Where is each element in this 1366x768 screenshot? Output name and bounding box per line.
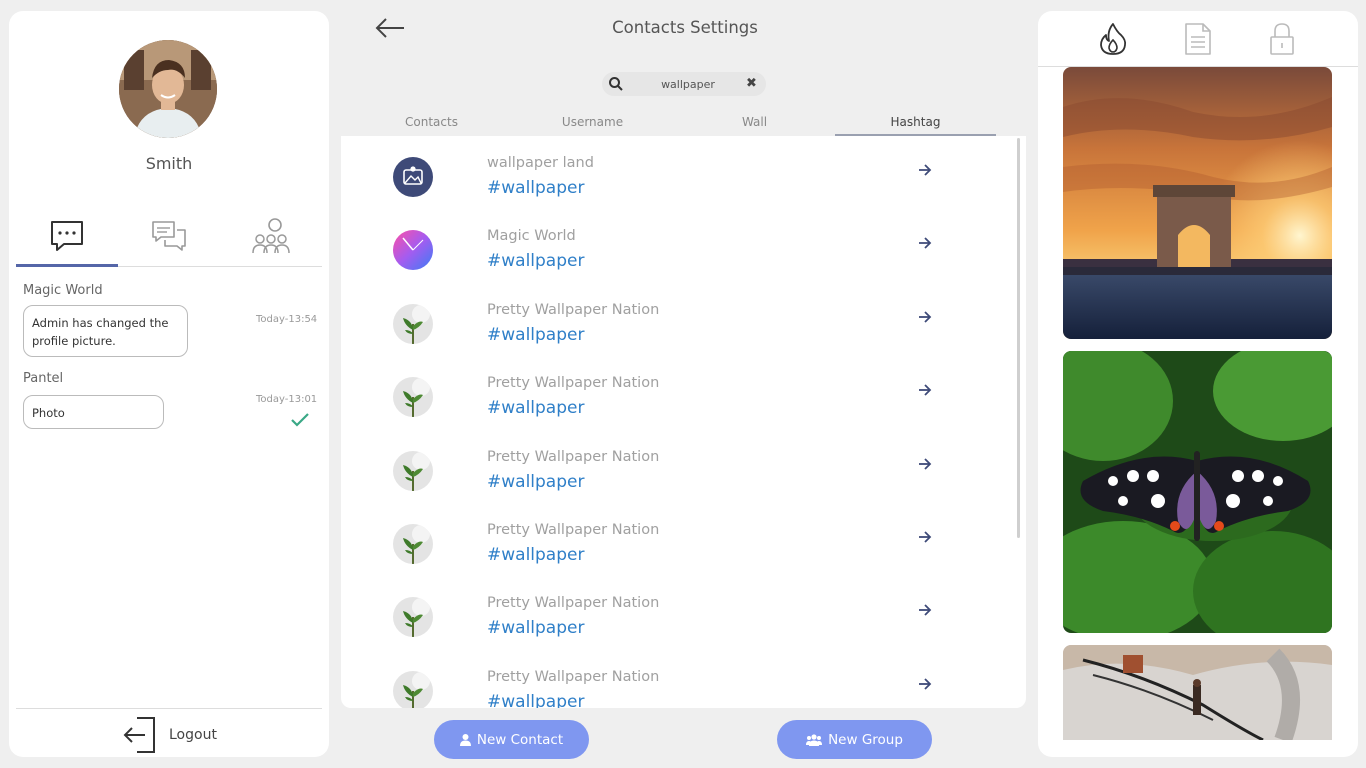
- tab-chat[interactable]: [16, 207, 118, 267]
- result-name: Pretty Wallpaper Nation: [487, 669, 660, 685]
- new-contact-label: New Contact: [476, 731, 564, 748]
- divider: [16, 708, 322, 709]
- category-tabs: Contacts Username Wall Hashtag: [351, 110, 997, 136]
- chat-bubble-icon: [51, 220, 83, 251]
- tab-username[interactable]: Username: [512, 110, 673, 136]
- new-contact-button[interactable]: New Contact: [434, 720, 589, 759]
- list-item[interactable]: Pretty Wallpaper Nation #wallpaper: [341, 449, 1001, 524]
- tab-wall[interactable]: Wall: [674, 110, 835, 136]
- list-item[interactable]: Pretty Wallpaper Nation #wallpaper: [341, 375, 1001, 450]
- wallpaper-image-arc[interactable]: [1063, 67, 1332, 339]
- right-panel: [1038, 11, 1358, 757]
- search-icon: [609, 77, 623, 91]
- page-title: Contacts Settings: [612, 18, 758, 37]
- list-item[interactable]: Pretty Wallpaper Nation #wallpaper: [341, 302, 1001, 377]
- list-item[interactable]: Pretty Wallpaper Nation #wallpaper: [341, 595, 1001, 670]
- users-icon: [806, 733, 823, 746]
- arrow-right-icon[interactable]: [917, 236, 933, 250]
- plant-avatar-icon: [393, 671, 433, 708]
- results-list: wallpaper land #wallpaper Magic World #w…: [341, 136, 1026, 708]
- arrow-right-icon[interactable]: [917, 677, 933, 691]
- arrow-right-icon[interactable]: [917, 163, 933, 177]
- logout-label: Logout: [169, 727, 217, 743]
- tab-private[interactable]: [1262, 19, 1302, 59]
- result-hashtag[interactable]: #wallpaper: [487, 692, 584, 708]
- result-name: Magic World: [487, 228, 576, 244]
- magic-world-icon: [393, 230, 433, 270]
- person-icon: [459, 733, 471, 746]
- plant-avatar-icon: [393, 597, 433, 637]
- document-icon: [1185, 23, 1211, 55]
- result-hashtag[interactable]: #wallpaper: [487, 178, 584, 198]
- message-bubble[interactable]: Photo: [23, 395, 164, 429]
- right-tabs: [1038, 11, 1358, 67]
- result-name: Pretty Wallpaper Nation: [487, 375, 660, 391]
- tab-documents[interactable]: [1178, 19, 1218, 59]
- profile-name: Smith: [145, 154, 193, 173]
- plant-avatar-icon: [393, 524, 433, 564]
- arrow-right-icon[interactable]: [917, 603, 933, 617]
- arrow-right-icon[interactable]: [917, 457, 933, 471]
- arrow-right-icon[interactable]: [917, 530, 933, 544]
- lock-icon: [1270, 23, 1294, 55]
- new-group-label: New Group: [828, 731, 903, 748]
- result-hashtag[interactable]: #wallpaper: [487, 325, 584, 345]
- plant-avatar-icon: [393, 304, 433, 344]
- left-panel: Smith Magic World Admin has changed the …: [9, 11, 329, 757]
- new-group-button[interactable]: New Group: [777, 720, 932, 759]
- search-input[interactable]: [638, 75, 738, 93]
- read-check-icon: [291, 413, 309, 427]
- group-icon: [252, 218, 290, 254]
- wallpaper-land-icon: [393, 157, 433, 197]
- arrow-right-icon[interactable]: [917, 383, 933, 397]
- avatar[interactable]: [119, 40, 217, 138]
- result-hashtag[interactable]: #wallpaper: [487, 545, 584, 565]
- result-name: Pretty Wallpaper Nation: [487, 522, 660, 538]
- tab-hashtag[interactable]: Hashtag: [835, 110, 996, 136]
- message-time: Today-13:54: [256, 314, 318, 325]
- result-name: Pretty Wallpaper Nation: [487, 595, 660, 611]
- clear-search-icon[interactable]: ✖: [746, 76, 757, 91]
- logout-icon: [123, 717, 155, 753]
- list-item[interactable]: wallpaper land #wallpaper: [341, 155, 1001, 230]
- tab-messages[interactable]: [118, 207, 220, 267]
- message-time: Today-13:01: [256, 394, 318, 405]
- back-arrow-icon[interactable]: [374, 16, 406, 40]
- wallpaper-image-stairs[interactable]: [1063, 645, 1332, 740]
- message-sender: Pantel: [23, 371, 64, 386]
- result-hashtag[interactable]: #wallpaper: [487, 618, 584, 638]
- result-name: wallpaper land: [487, 155, 594, 171]
- plant-avatar-icon: [393, 451, 433, 491]
- message-sender: Magic World: [23, 283, 103, 298]
- message-bubble[interactable]: Admin has changed the profile picture.: [23, 305, 188, 357]
- messages-icon: [152, 221, 186, 251]
- result-name: Pretty Wallpaper Nation: [487, 449, 660, 465]
- fire-icon: [1100, 23, 1127, 55]
- tab-groups[interactable]: [220, 207, 322, 267]
- result-hashtag[interactable]: #wallpaper: [487, 472, 584, 492]
- list-item[interactable]: Magic World #wallpaper: [341, 228, 1001, 303]
- list-item[interactable]: Pretty Wallpaper Nation #wallpaper: [341, 522, 1001, 597]
- result-name: Pretty Wallpaper Nation: [487, 302, 660, 318]
- left-tabs: [16, 207, 322, 267]
- tab-contacts[interactable]: Contacts: [351, 110, 512, 136]
- result-hashtag[interactable]: #wallpaper: [487, 398, 584, 418]
- wallpaper-image-butterfly[interactable]: [1063, 351, 1332, 633]
- plant-avatar-icon: [393, 377, 433, 417]
- logout-button[interactable]: Logout: [123, 716, 217, 754]
- search-bar: ✖: [602, 72, 766, 96]
- list-item[interactable]: Pretty Wallpaper Nation #wallpaper: [341, 669, 1001, 708]
- result-hashtag[interactable]: #wallpaper: [487, 251, 584, 271]
- scrollbar[interactable]: [1017, 138, 1020, 538]
- arrow-right-icon[interactable]: [917, 310, 933, 324]
- tab-trending[interactable]: [1093, 19, 1133, 59]
